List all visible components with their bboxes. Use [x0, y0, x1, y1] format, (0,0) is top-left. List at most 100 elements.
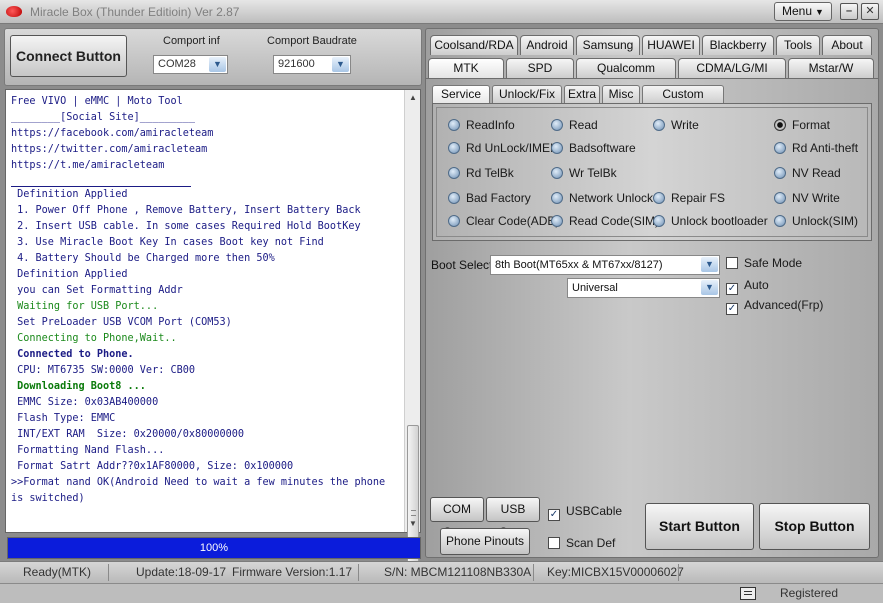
advanced-frp-checkbox[interactable]: ✓ Advanced(Frp) — [726, 298, 823, 315]
radio-icon — [551, 142, 563, 154]
radio-unlock-bootloader[interactable]: Unlock bootloader — [653, 214, 768, 228]
boot-select[interactable]: 8th Boot(MT65xx & MT67xx/8127) ▼ — [490, 255, 720, 275]
radio-network-unlock[interactable]: Network Unlock — [551, 191, 653, 205]
radio-write[interactable]: Write — [653, 118, 699, 132]
subtab-misc[interactable]: Misc — [602, 85, 640, 103]
radio-label: Write — [671, 118, 699, 132]
progress-label: 100% — [199, 542, 229, 554]
radio-rd-unlock-imei[interactable]: Rd UnLock/IMEI — [448, 141, 553, 155]
status-key: Key:MICBX15V00006027 — [547, 565, 684, 579]
tab-tools[interactable]: Tools — [776, 35, 820, 55]
scan-def-checkbox[interactable]: Scan Def — [548, 536, 615, 550]
subtab-unlock-fix[interactable]: Unlock/Fix — [492, 85, 562, 103]
tab-about[interactable]: About — [822, 35, 872, 55]
radio-badsoftware[interactable]: Badsoftware — [551, 141, 636, 155]
boot-variant-select[interactable]: Universal ▼ — [567, 278, 720, 298]
radio-rd-telbk[interactable]: Rd TelBk — [448, 166, 514, 180]
radio-nv-write[interactable]: NV Write — [774, 191, 840, 205]
radio-wr-telbk[interactable]: Wr TelBk — [551, 166, 617, 180]
minimize-button[interactable]: – — [840, 3, 858, 20]
tab-qualcomm[interactable]: Qualcomm — [576, 58, 676, 78]
connect-button[interactable]: Connect Button — [10, 35, 127, 77]
usb-cable-label: USBCable — [566, 504, 623, 518]
start-button[interactable]: Start Button — [645, 503, 754, 550]
subtab-extra[interactable]: Extra — [564, 85, 600, 103]
radio-label: Read Code(SIM) — [569, 214, 660, 228]
chevron-down-icon: ▼ — [209, 57, 226, 72]
radio-icon — [774, 167, 786, 179]
log-line: Set PreLoader USB VCOM Port (COM53) — [11, 317, 232, 328]
stop-button[interactable]: Stop Button — [759, 503, 870, 550]
radio-bad-factory[interactable]: Bad Factory — [448, 191, 531, 205]
status-update: Update:18-09-17 — [136, 565, 227, 579]
radio-label: Rd UnLock/IMEI — [466, 141, 554, 155]
chevron-down-icon: ▼ — [701, 280, 718, 295]
subtab-service[interactable]: Service — [432, 85, 490, 103]
radio-label: Wr TelBk — [569, 166, 617, 180]
bottom-bar: Registered — [0, 583, 883, 603]
radio-readinfo[interactable]: ReadInfo — [448, 118, 515, 132]
radio-icon — [653, 215, 665, 227]
title-bar: Miracle Box (Thunder Editioin) Ver 2.87 … — [0, 0, 883, 24]
radio-repair-fs[interactable]: Repair FS — [653, 191, 725, 205]
radio-unlock-sim[interactable]: Unlock(SIM) — [774, 214, 858, 228]
tab-samsung[interactable]: Samsung — [576, 35, 640, 55]
boot-variant-value: Universal — [572, 282, 618, 294]
phone-pinouts-button[interactable]: Phone Pinouts — [440, 528, 530, 555]
radio-label: Network Unlock — [569, 191, 654, 205]
tab-spd[interactable]: SPD — [506, 58, 574, 78]
tab-cdma[interactable]: CDMA/LG/MI — [678, 58, 786, 78]
checkbox-icon — [548, 537, 560, 549]
log-line: Waiting for USB Port... — [11, 301, 159, 312]
radio-icon — [448, 215, 460, 227]
radio-rd-anti-theft[interactable]: Rd Anti-theft — [774, 141, 858, 155]
radio-label: NV Read — [792, 166, 841, 180]
radio-format[interactable]: Format — [774, 118, 830, 132]
radio-read-code-sim[interactable]: Read Code(SIM) — [551, 214, 659, 228]
chevron-down-icon: ▼ — [332, 57, 349, 72]
menu-label: Menu — [782, 4, 813, 18]
log-line: Connecting to Phone,Wait.. — [11, 333, 177, 344]
radio-icon — [551, 119, 563, 131]
radio-read[interactable]: Read — [551, 118, 598, 132]
scroll-down-icon[interactable]: ▼ — [405, 516, 421, 532]
scroll-up-icon[interactable]: ▲ — [405, 90, 421, 106]
progress-bar: 100% — [7, 537, 421, 559]
close-icon: ✕ — [865, 5, 875, 17]
auto-checkbox[interactable]: ✓ Auto — [726, 278, 769, 295]
radio-clear-code-adb[interactable]: Clear Code(ADB) — [448, 214, 559, 228]
tab-huawei[interactable]: HUAWEI — [642, 35, 700, 55]
radio-nv-read[interactable]: NV Read — [774, 166, 841, 180]
status-divider — [678, 564, 679, 581]
safe-mode-checkbox[interactable]: Safe Mode — [726, 256, 802, 270]
tab-mtk[interactable]: MTK — [428, 58, 504, 78]
tab-android[interactable]: Android — [520, 35, 574, 55]
comport-value: COM28 — [158, 58, 196, 70]
log-scrollbar[interactable]: ▲ ▼ — [404, 90, 421, 600]
radio-icon — [653, 192, 665, 204]
usb-scan-button[interactable]: USB Scan — [486, 497, 540, 539]
log-line: ________[Social Site]_________ — [11, 112, 196, 123]
checkbox-checked-icon: ✓ — [548, 509, 560, 521]
tab-mstar[interactable]: Mstar/W — [788, 58, 874, 78]
main-panel: Coolsand/RDA Android Samsung HUAWEI Blac… — [425, 28, 879, 558]
tab-coolsand[interactable]: Coolsand/RDA — [430, 35, 518, 55]
app-logo-icon — [6, 6, 22, 17]
log-line: EMMC Size: 0x03AB400000 — [11, 397, 159, 408]
com-scan-button[interactable]: COM Scan — [430, 497, 484, 539]
close-button[interactable]: ✕ — [861, 3, 879, 20]
boot-select-value: 8th Boot(MT65xx & MT67xx/8127) — [495, 259, 663, 271]
log-line: INT/EXT RAM Size: 0x20000/0x80000000 — [11, 429, 245, 440]
checkbox-checked-icon: ✓ — [726, 303, 738, 315]
menu-button[interactable]: Menu ▼ — [774, 2, 832, 21]
subtab-custom-setting[interactable]: Custom Setting — [642, 85, 724, 117]
status-serial: S/N: MBCM121108NB330A — [384, 565, 532, 579]
tab-blackberry[interactable]: Blackberry — [702, 35, 774, 55]
baudrate-select[interactable]: 921600 ▼ — [273, 55, 351, 74]
registered-icon — [740, 587, 756, 600]
comport-select[interactable]: COM28 ▼ — [153, 55, 228, 74]
baudrate-value: 921600 — [278, 58, 315, 70]
radio-label: Rd Anti-theft — [792, 141, 859, 155]
radio-icon — [448, 119, 460, 131]
usb-cable-checkbox[interactable]: ✓ USBCable — [548, 504, 622, 521]
